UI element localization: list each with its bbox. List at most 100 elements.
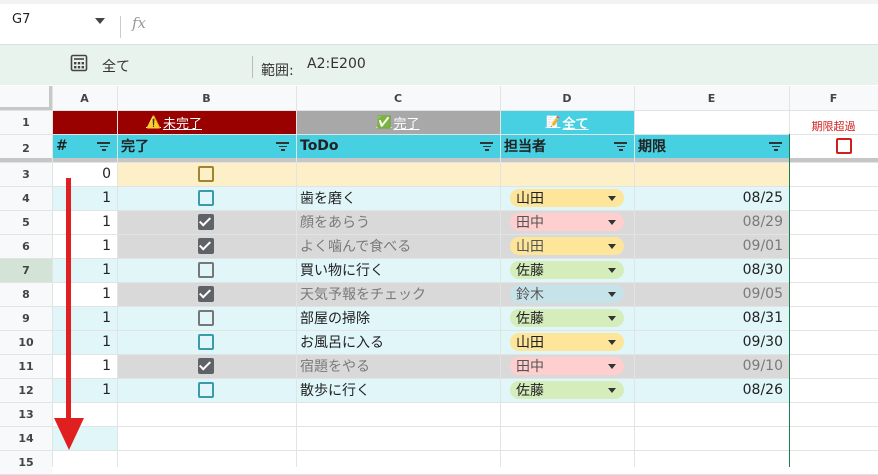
column-header-e[interactable]: E <box>634 86 789 110</box>
cell-todo[interactable]: お風呂に入る <box>296 330 500 354</box>
column-header-d[interactable]: D <box>500 86 634 110</box>
cell-todo[interactable]: 部屋の掃除 <box>296 306 500 330</box>
cell-due[interactable]: 09/05 <box>634 282 789 306</box>
row-header-8[interactable]: 8 <box>0 282 52 306</box>
column-header-f[interactable]: F <box>789 86 878 110</box>
filter-view-name[interactable]: 全て <box>102 56 130 76</box>
row-header-10[interactable]: 10 <box>0 330 52 354</box>
cell-due[interactable]: 09/30 <box>634 330 789 354</box>
cell-todo[interactable]: 散歩に行く <box>296 378 500 402</box>
cell-todo[interactable]: よく噛んで食べる <box>296 234 500 258</box>
filter-icon[interactable] <box>769 142 782 151</box>
row-header-9[interactable]: 9 <box>0 306 52 330</box>
chevron-down-icon[interactable] <box>608 364 616 369</box>
done-checkbox[interactable] <box>198 310 214 326</box>
cell-todo[interactable] <box>296 162 500 186</box>
chevron-down-icon[interactable] <box>608 244 616 249</box>
assignee-chip[interactable]: 鈴木 <box>510 285 624 303</box>
assignee-chip[interactable]: 山田 <box>510 237 624 255</box>
row-header-13[interactable]: 13 <box>0 402 52 426</box>
cell-due[interactable]: 08/25 <box>634 186 789 210</box>
range-value[interactable]: A2:E200 <box>307 56 366 72</box>
filter-icon[interactable] <box>97 142 110 151</box>
assignee-chip[interactable]: 佐藤 <box>510 261 624 279</box>
fx-icon: fx <box>132 14 147 32</box>
assignee-chip[interactable]: 山田 <box>510 189 624 207</box>
name-box[interactable]: G7 <box>12 12 107 32</box>
chevron-down-icon[interactable] <box>95 18 105 24</box>
cell-due[interactable]: 08/30 <box>634 258 789 282</box>
cell-due[interactable] <box>634 162 789 186</box>
done-checkbox[interactable] <box>198 214 214 230</box>
cell-todo[interactable]: 買い物に行く <box>296 258 500 282</box>
header-done[interactable]: 完了 <box>117 134 296 158</box>
chevron-down-icon[interactable] <box>608 340 616 345</box>
row-header-1[interactable]: 1 <box>0 110 52 134</box>
filter-icon[interactable] <box>614 142 627 151</box>
grid-line <box>0 330 878 331</box>
grid-line <box>0 134 878 135</box>
cell-due[interactable]: 08/31 <box>634 306 789 330</box>
done-checkbox[interactable] <box>198 286 214 302</box>
chevron-down-icon[interactable] <box>608 196 616 201</box>
assignee-label: 田中 <box>516 359 544 375</box>
overdue-checkbox[interactable] <box>836 138 852 154</box>
row-header-15[interactable]: 15 <box>0 450 52 474</box>
grid-line <box>0 306 878 307</box>
grid-line <box>0 282 878 283</box>
row-header-11[interactable]: 11 <box>0 354 52 378</box>
chevron-down-icon[interactable] <box>608 316 616 321</box>
row-header-12[interactable]: 12 <box>0 378 52 402</box>
done-checkbox[interactable] <box>198 238 214 254</box>
header-assignee[interactable]: 担当者 <box>500 134 634 158</box>
select-all-corner[interactable] <box>0 86 52 110</box>
column-header-a[interactable]: A <box>52 86 117 110</box>
done-checkbox[interactable] <box>198 166 214 182</box>
row-header-3[interactable]: 3 <box>0 162 52 186</box>
done-checkbox[interactable] <box>198 334 214 350</box>
cell-due[interactable]: 09/01 <box>634 234 789 258</box>
assignee-chip[interactable]: 佐藤 <box>510 309 624 327</box>
chevron-down-icon[interactable] <box>608 388 616 393</box>
cell-todo[interactable]: 天気予報をチェック <box>296 282 500 306</box>
row-header-4[interactable]: 4 <box>0 186 52 210</box>
chevron-down-icon[interactable] <box>608 292 616 297</box>
assignee-label: 山田 <box>516 191 544 207</box>
column-header-c[interactable]: C <box>296 86 500 110</box>
chevron-down-icon[interactable] <box>608 268 616 273</box>
cell-due[interactable]: 08/29 <box>634 210 789 234</box>
done-checkbox[interactable] <box>198 358 214 374</box>
done-checkbox[interactable] <box>198 382 214 398</box>
header-num[interactable]: # <box>52 134 117 158</box>
row-header-6[interactable]: 6 <box>0 234 52 258</box>
filter-icon[interactable] <box>480 142 493 151</box>
assignee-chip[interactable]: 田中 <box>510 357 624 375</box>
chevron-down-icon[interactable] <box>608 220 616 225</box>
filter-link-incomplete[interactable]: ⚠️ 未完了 <box>52 110 296 134</box>
header-due[interactable]: 期限 <box>634 134 789 158</box>
calculator-icon[interactable] <box>70 54 88 72</box>
cell-todo[interactable]: 歯を磨く <box>296 186 500 210</box>
row-header-5[interactable]: 5 <box>0 210 52 234</box>
cell-todo[interactable]: 宿題をやる <box>296 354 500 378</box>
row-header-14[interactable]: 14 <box>0 426 52 450</box>
grid-line <box>0 110 878 111</box>
done-checkbox[interactable] <box>198 262 214 278</box>
cell-due[interactable]: 09/10 <box>634 354 789 378</box>
column-header-b[interactable]: B <box>117 86 296 110</box>
grid-line <box>296 86 297 467</box>
row-header-7[interactable]: 7 <box>0 258 52 282</box>
down-arrow-icon <box>54 178 84 450</box>
assignee-chip[interactable]: 佐藤 <box>510 381 624 399</box>
assignee-chip[interactable]: 田中 <box>510 213 624 231</box>
range-label: 範囲: <box>261 63 294 79</box>
done-checkbox[interactable] <box>198 190 214 206</box>
filter-icon[interactable] <box>276 142 289 151</box>
cell-todo[interactable]: 顔をあらう <box>296 210 500 234</box>
grid-line <box>0 258 878 259</box>
filter-link-complete[interactable]: ✅ 完了 <box>296 110 500 134</box>
cell-due[interactable]: 08/26 <box>634 378 789 402</box>
header-todo[interactable]: ToDo <box>296 134 500 158</box>
assignee-chip[interactable]: 山田 <box>510 333 624 351</box>
filter-link-all[interactable]: 📝 全て <box>500 110 634 134</box>
